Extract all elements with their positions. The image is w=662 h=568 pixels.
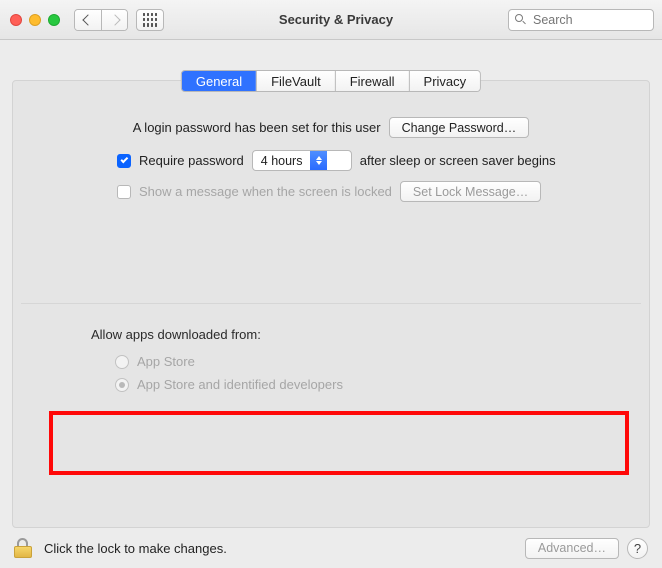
preferences-pane: General FileVault Firewall Privacy A log… bbox=[12, 80, 650, 528]
search-input[interactable] bbox=[531, 12, 647, 28]
search-field[interactable] bbox=[508, 9, 654, 31]
tab-privacy[interactable]: Privacy bbox=[409, 71, 481, 91]
toolbar: Security & Privacy bbox=[0, 0, 662, 40]
minimize-window[interactable] bbox=[29, 14, 41, 26]
radio-app-store bbox=[115, 355, 129, 369]
tab-filevault[interactable]: FileVault bbox=[256, 71, 335, 91]
back-button[interactable] bbox=[75, 10, 101, 30]
radio-app-store-identified bbox=[115, 378, 129, 392]
lock-hint-text: Click the lock to make changes. bbox=[44, 541, 227, 556]
allow-downloads-heading: Allow apps downloaded from: bbox=[91, 327, 609, 342]
tab-firewall[interactable]: Firewall bbox=[335, 71, 409, 91]
nav-back-forward bbox=[74, 9, 128, 31]
search-icon bbox=[515, 14, 527, 26]
login-password-text: A login password has been set for this u… bbox=[133, 120, 381, 135]
tab-general[interactable]: General bbox=[182, 71, 256, 91]
window-controls bbox=[10, 14, 60, 26]
chevron-left-icon bbox=[82, 14, 93, 25]
popup-arrows-icon bbox=[310, 151, 327, 170]
tab-bar: General FileVault Firewall Privacy bbox=[181, 70, 481, 92]
require-password-delay-popup[interactable]: 4 hours bbox=[252, 150, 352, 171]
lock-icon[interactable] bbox=[14, 538, 32, 558]
lock-message-checkbox[interactable] bbox=[117, 185, 131, 199]
footer: Click the lock to make changes. Advanced… bbox=[0, 528, 662, 568]
chevron-right-icon bbox=[109, 14, 120, 25]
zoom-window[interactable] bbox=[48, 14, 60, 26]
forward-button[interactable] bbox=[101, 10, 127, 30]
require-password-label-suffix: after sleep or screen saver begins bbox=[360, 153, 556, 168]
divider bbox=[21, 303, 641, 304]
window-title: Security & Privacy bbox=[172, 12, 500, 27]
help-button[interactable]: ? bbox=[627, 538, 648, 559]
lock-message-label: Show a message when the screen is locked bbox=[139, 184, 392, 199]
annotation-highlight bbox=[49, 411, 629, 475]
radio-app-store-identified-label: App Store and identified developers bbox=[137, 377, 343, 392]
advanced-button[interactable]: Advanced… bbox=[525, 538, 619, 559]
require-password-checkbox[interactable] bbox=[117, 154, 131, 168]
require-password-label-prefix: Require password bbox=[139, 153, 244, 168]
close-window[interactable] bbox=[10, 14, 22, 26]
set-lock-message-button[interactable]: Set Lock Message… bbox=[400, 181, 541, 202]
require-password-delay-value: 4 hours bbox=[253, 154, 311, 168]
radio-app-store-label: App Store bbox=[137, 354, 195, 369]
allow-downloads-section: Allow apps downloaded from: App Store Ap… bbox=[91, 327, 609, 400]
show-all-button[interactable] bbox=[136, 9, 164, 31]
change-password-button[interactable]: Change Password… bbox=[389, 117, 530, 138]
general-content: A login password has been set for this u… bbox=[13, 117, 649, 202]
grid-icon bbox=[143, 13, 157, 27]
